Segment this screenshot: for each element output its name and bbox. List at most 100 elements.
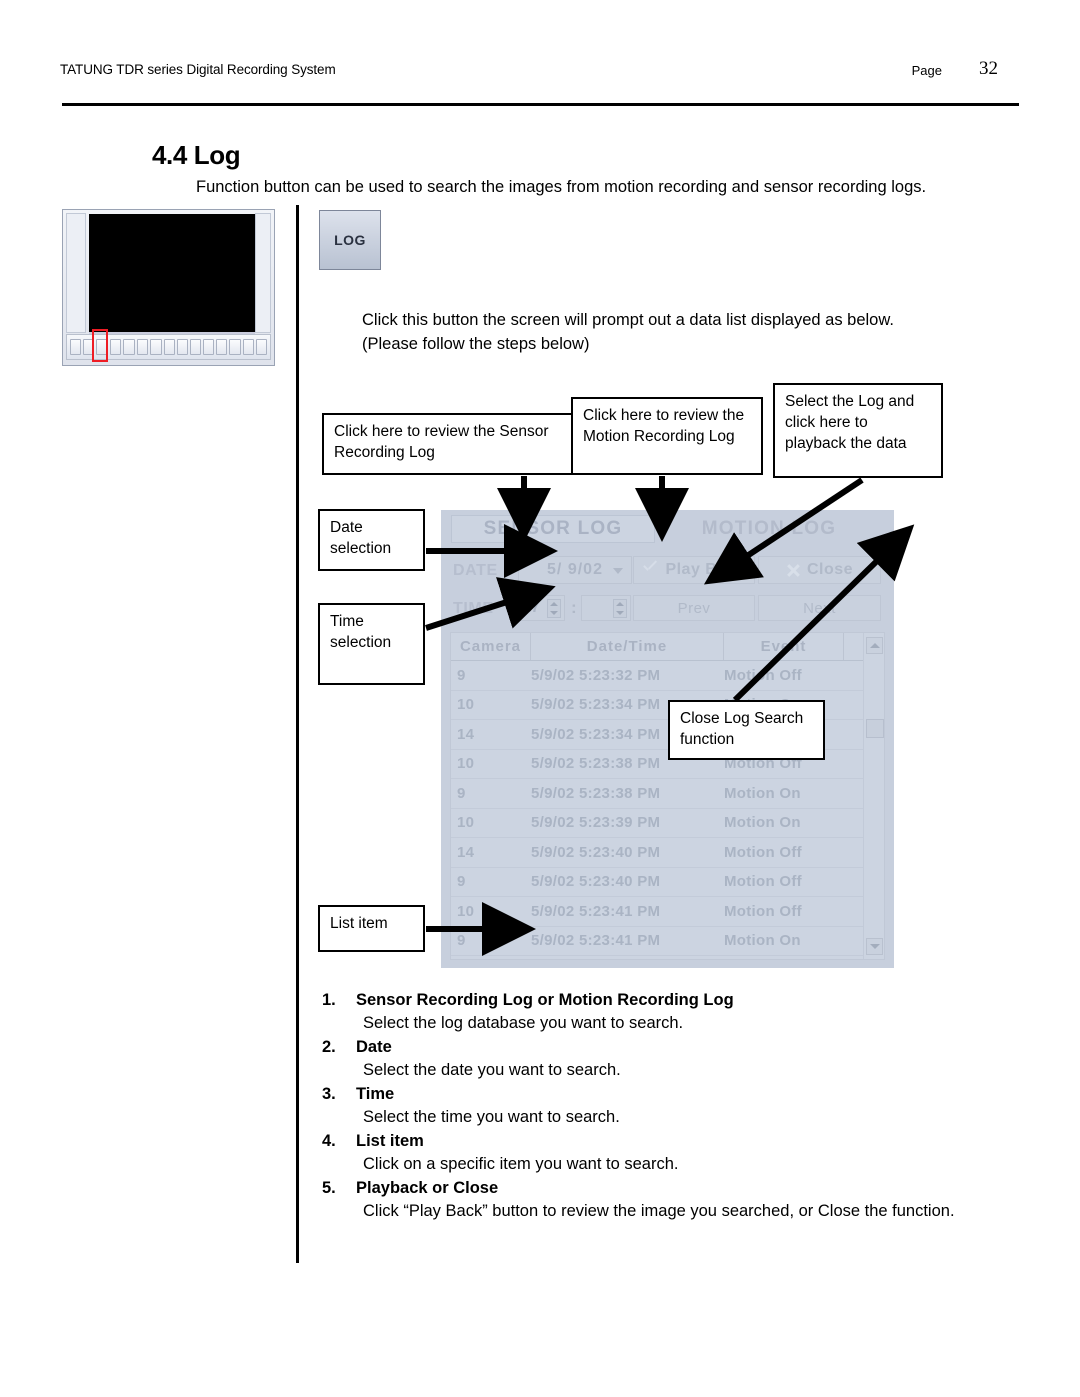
time-minute-stepper[interactable]: [581, 595, 631, 621]
callout-motion-log: Click here to review the Motion Recordin…: [571, 397, 763, 475]
page-title: 4.4 Log: [152, 140, 241, 170]
close-button[interactable]: Close: [758, 556, 881, 584]
table-scrollbar[interactable]: [863, 633, 884, 959]
step-description: Click on a specific item you want to sea…: [363, 1155, 679, 1173]
callout-select-log: Select the Log and click here to playbac…: [773, 383, 943, 478]
scroll-down-button[interactable]: [866, 938, 883, 955]
log-button[interactable]: LOG: [319, 210, 381, 270]
step-label: List item: [356, 1132, 424, 1150]
spinner-icon[interactable]: [547, 599, 561, 618]
table-row[interactable]: 14 5/9/02 5:23:40 PM Motion Off: [451, 838, 884, 868]
callout-list-item: List item: [318, 905, 425, 952]
step-number: 3.: [322, 1085, 336, 1103]
numbered-steps: 1. Sensor Recording Log or Motion Recordi…: [322, 988, 972, 1223]
scroll-up-button[interactable]: [866, 637, 883, 654]
step-number: 2.: [322, 1038, 336, 1056]
close-x-icon: [786, 563, 801, 577]
spinner-icon[interactable]: [613, 599, 627, 618]
cell-datetime: 5/9/02 5:23:39 PM: [531, 814, 661, 832]
dvr-toolbar-button: [70, 339, 82, 355]
date-select[interactable]: 5/ 9/02: [518, 556, 632, 584]
dvr-toolbar-button: [176, 339, 188, 355]
dvr-toolbar-button: [229, 339, 241, 355]
play-back-button[interactable]: Play Back: [633, 556, 755, 584]
date-label: DATE: [453, 562, 498, 579]
cell-event: Motion On: [724, 814, 801, 832]
table-row[interactable]: 10 5/9/02 5:23:41 PM Motion Off: [451, 897, 884, 927]
log-button-highlight-box: [92, 329, 108, 362]
table-row[interactable]: 9 5/9/02 5:23:32 PM Motion Off: [451, 661, 884, 691]
page-number: 32: [979, 58, 998, 79]
cell-camera: 9: [457, 784, 466, 802]
play-back-label: Play Back: [665, 561, 746, 578]
step-title: 1. Sensor Recording Log or Motion Recordi…: [322, 989, 972, 1012]
step-label: Time: [356, 1085, 395, 1103]
arrow-down-icon: [869, 944, 880, 949]
dvr-right-panel: [255, 213, 271, 333]
step-description: Click “Play Back” button to review the i…: [363, 1202, 955, 1220]
dvr-toolbar-button: [163, 339, 175, 355]
cell-camera: 10: [457, 755, 475, 773]
tab-motion-log[interactable]: MOTION LOG: [669, 515, 869, 543]
step-title: 2. Date: [322, 1036, 972, 1059]
cell-camera: 14: [457, 725, 475, 743]
step-description: Select the log database you want to sear…: [363, 1014, 684, 1032]
time-hour-value: 17: [522, 599, 540, 616]
spinner-up-icon: [616, 602, 624, 607]
table-row[interactable]: 95/9/02 5:23:42 PMMotion Off: [451, 956, 884, 959]
cell-event: Motion Off: [724, 843, 802, 861]
spinner-down-icon: [616, 610, 624, 615]
prev-button[interactable]: Prev: [633, 595, 755, 621]
tab-sensor-log[interactable]: SENSOR LOG: [451, 515, 655, 543]
callout-time-selection: Time selection: [318, 603, 425, 685]
step-title: 3. Time: [322, 1083, 972, 1106]
cell-camera: 9: [457, 873, 466, 891]
step-title: 5. Playback or Close: [322, 1177, 972, 1200]
cell-datetime: 5/9/02 5:23:40 PM: [531, 843, 661, 861]
time-separator: :: [571, 598, 577, 617]
document-title: TATUNG TDR series Digital Recording Syst…: [60, 62, 336, 77]
next-button[interactable]: Next: [758, 595, 881, 621]
step-number: 4.: [322, 1132, 336, 1150]
scrollbar-thumb[interactable]: [866, 719, 884, 738]
step-label: Sensor Recording Log or Motion Recording…: [356, 991, 734, 1009]
section-intro-text: Function button can be used to search th…: [196, 178, 927, 196]
cell-datetime: 5/9/02 5:23:32 PM: [531, 666, 661, 684]
dvr-toolbar-button: [255, 339, 267, 355]
cell-datetime: 5/9/02 5:23:41 PM: [531, 902, 661, 920]
table-row[interactable]: 9 5/9/02 5:23:38 PM Motion On: [451, 779, 884, 809]
table-row[interactable]: 9 5/9/02 5:23:40 PM Motion Off: [451, 868, 884, 897]
cell-camera: 10: [457, 696, 475, 714]
step-number: 1.: [322, 991, 336, 1009]
cell-datetime: 5/9/02 5:23:40 PM: [531, 873, 661, 891]
dvr-left-panel: [66, 213, 86, 333]
table-row[interactable]: 10 5/9/02 5:23:39 PM Motion On: [451, 809, 884, 838]
dvr-toolbar-button: [109, 339, 121, 355]
cell-camera: 10: [457, 814, 475, 832]
callout-date-selection: Date selection: [318, 509, 425, 571]
cell-camera: 10: [457, 902, 475, 920]
close-label: Close: [806, 561, 854, 578]
cell-event: Motion Off: [724, 666, 802, 684]
chevron-down-icon: [613, 568, 623, 574]
dvr-toolbar-button: [150, 339, 162, 355]
time-hour-stepper[interactable]: 17: [515, 595, 565, 621]
log-table: Camera Date/Time Event 9 5/9/02 5:23:32 P…: [450, 632, 885, 960]
cell-camera: 9: [457, 932, 466, 950]
cell-camera: 9: [457, 666, 466, 684]
step-title: 4. List item: [322, 1130, 972, 1153]
cell-event: Motion On: [724, 784, 801, 802]
step-number: 5.: [322, 1179, 336, 1197]
arrow-up-icon: [869, 643, 880, 648]
page-label: Page: [911, 63, 942, 78]
column-header-camera: Camera: [451, 633, 531, 660]
step-label: Playback or Close: [356, 1179, 499, 1197]
page-header: TATUNG TDR series Digital Recording Syst…: [60, 58, 1020, 86]
callout-close-log-search: Close Log Search function: [668, 700, 825, 760]
table-row[interactable]: 9 5/9/02 5:23:41 PM Motion On: [451, 927, 884, 956]
dvr-toolbar-button: [203, 339, 215, 355]
time-label: TIME: [453, 600, 494, 617]
cell-camera: 14: [457, 843, 475, 861]
check-icon: [642, 563, 659, 577]
table-header-row: Camera Date/Time Event: [451, 633, 884, 661]
